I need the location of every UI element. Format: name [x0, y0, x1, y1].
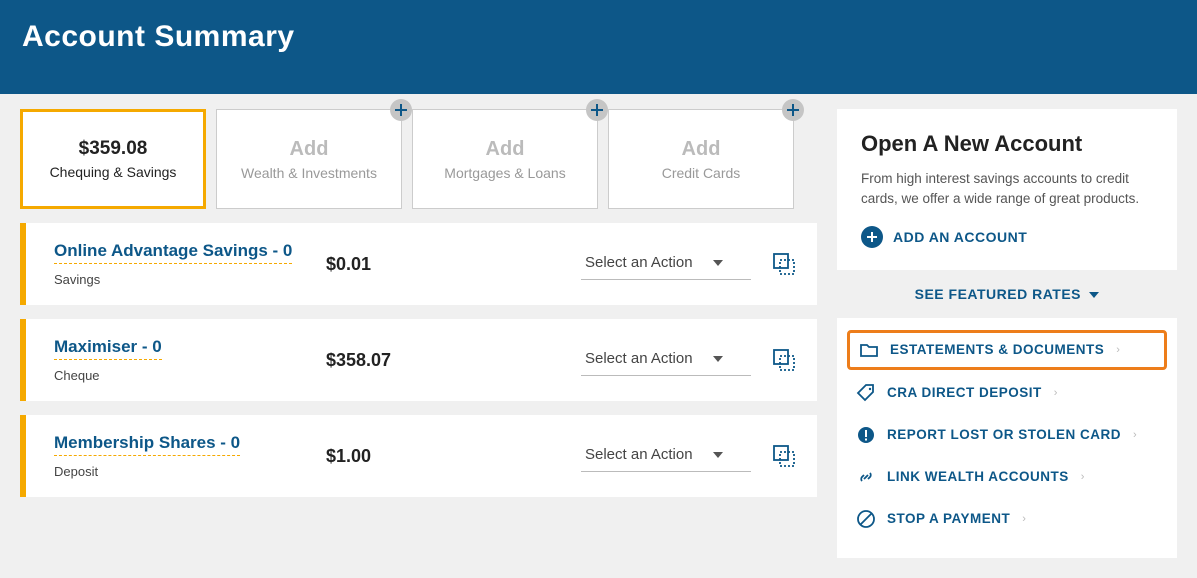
tab-add-label: Add	[486, 138, 525, 161]
account-info: Maximiser - 0 Cheque	[26, 337, 326, 383]
category-tab[interactable]: Add Wealth & Investments	[216, 109, 402, 209]
transfer-icon[interactable]	[771, 251, 797, 277]
link-icon	[855, 466, 877, 488]
category-tab[interactable]: Add Mortgages & Loans	[412, 109, 598, 209]
open-account-panel: Open A New Account From high interest sa…	[837, 109, 1177, 270]
quick-link[interactable]: LINK WEALTH ACCOUNTS ›	[855, 456, 1159, 498]
chevron-down-icon	[713, 260, 723, 266]
chevron-down-icon	[713, 452, 723, 458]
quick-link-label: ESTATEMENTS & DOCUMENTS	[890, 342, 1104, 357]
quick-link[interactable]: REPORT LOST OR STOLEN CARD ›	[855, 414, 1159, 456]
tab-label: Mortgages & Loans	[444, 165, 565, 181]
transfer-icon[interactable]	[771, 347, 797, 373]
see-featured-rates-button[interactable]: SEE FEATURED RATES	[837, 270, 1177, 318]
account-balance: $0.01	[326, 254, 466, 275]
transfer-icon[interactable]	[771, 443, 797, 469]
plus-icon	[390, 99, 412, 121]
account-name-link[interactable]: Maximiser - 0	[54, 337, 162, 360]
chevron-down-icon	[1089, 292, 1099, 298]
plus-circle-icon	[861, 226, 883, 248]
quick-link-label: REPORT LOST OR STOLEN CARD	[887, 427, 1121, 442]
action-select-label: Select an Action	[585, 350, 693, 367]
quick-link-label: STOP A PAYMENT	[887, 511, 1010, 526]
accounts-list: Online Advantage Savings - 0 Savings $0.…	[20, 223, 817, 497]
tab-add-label: Add	[682, 138, 721, 161]
category-tab[interactable]: Add Credit Cards	[608, 109, 794, 209]
quick-link[interactable]: STOP A PAYMENT ›	[855, 498, 1159, 540]
tab-label: Chequing & Savings	[50, 164, 177, 180]
folder-icon	[858, 339, 880, 361]
account-info: Online Advantage Savings - 0 Savings	[26, 241, 326, 287]
stop-icon	[855, 508, 877, 530]
chevron-down-icon	[713, 356, 723, 362]
alert-icon	[855, 424, 877, 446]
account-name-link[interactable]: Membership Shares - 0	[54, 433, 240, 456]
chevron-right-icon: ›	[1116, 344, 1120, 356]
add-account-button[interactable]: ADD AN ACCOUNT	[861, 226, 1153, 248]
action-select-label: Select an Action	[585, 446, 693, 463]
quick-link[interactable]: CRA DIRECT DEPOSIT ›	[855, 372, 1159, 414]
chevron-right-icon: ›	[1022, 513, 1026, 525]
tab-add-label: Add	[290, 138, 329, 161]
page-title: Account Summary	[22, 20, 1175, 54]
account-name-link[interactable]: Online Advantage Savings - 0	[54, 241, 292, 264]
action-select[interactable]: Select an Action	[581, 344, 751, 376]
account-info: Membership Shares - 0 Deposit	[26, 433, 326, 479]
chevron-right-icon: ›	[1133, 429, 1137, 441]
action-select-label: Select an Action	[585, 254, 693, 271]
quick-link[interactable]: ESTATEMENTS & DOCUMENTS ›	[847, 330, 1167, 370]
account-balance: $358.07	[326, 350, 466, 371]
account-row: Online Advantage Savings - 0 Savings $0.…	[20, 223, 817, 305]
chevron-right-icon: ›	[1054, 387, 1058, 399]
action-select[interactable]: Select an Action	[581, 248, 751, 280]
account-type: Savings	[54, 272, 326, 287]
action-select[interactable]: Select an Action	[581, 440, 751, 472]
plus-icon	[586, 99, 608, 121]
quick-link-label: LINK WEALTH ACCOUNTS	[887, 469, 1069, 484]
quick-link-label: CRA DIRECT DEPOSIT	[887, 385, 1042, 400]
tag-icon	[855, 382, 877, 404]
category-tab[interactable]: $359.08 Chequing & Savings	[20, 109, 206, 209]
tab-label: Credit Cards	[662, 165, 741, 181]
account-category-tabs: $359.08 Chequing & Savings Add Wealth & Inv…	[20, 109, 817, 209]
featured-rates-label: SEE FEATURED RATES	[915, 286, 1081, 302]
account-row: Membership Shares - 0 Deposit $1.00 Sele…	[20, 415, 817, 497]
account-type: Deposit	[54, 464, 326, 479]
tab-label: Wealth & Investments	[241, 165, 377, 181]
account-row: Maximiser - 0 Cheque $358.07 Select an A…	[20, 319, 817, 401]
tab-amount: $359.08	[79, 138, 148, 160]
account-type: Cheque	[54, 368, 326, 383]
open-account-title: Open A New Account	[861, 131, 1153, 157]
plus-icon	[782, 99, 804, 121]
chevron-right-icon: ›	[1081, 471, 1085, 483]
open-account-desc: From high interest savings accounts to c…	[861, 169, 1153, 210]
add-account-label: ADD AN ACCOUNT	[893, 229, 1027, 245]
account-balance: $1.00	[326, 446, 466, 467]
quick-links-panel: ESTATEMENTS & DOCUMENTS › CRA DIRECT DEP…	[837, 318, 1177, 558]
page-header: Account Summary	[0, 0, 1197, 94]
